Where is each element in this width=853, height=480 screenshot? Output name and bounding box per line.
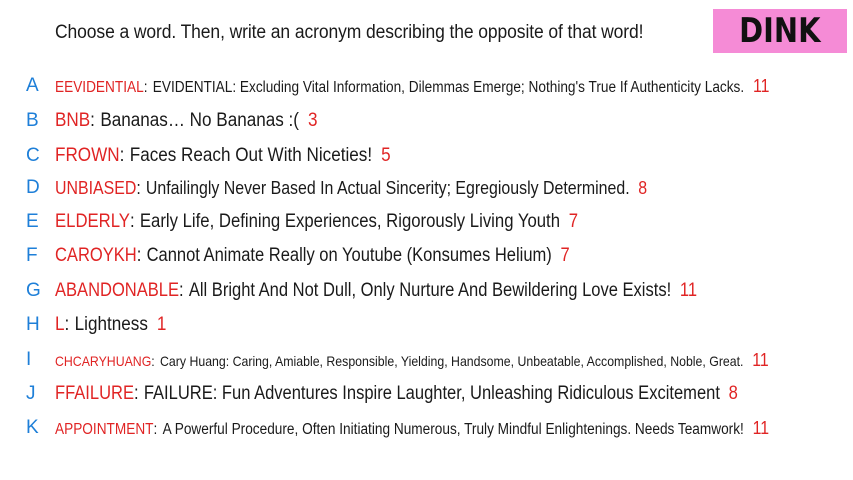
entry-description: Faces Reach Out With Niceties! (129, 145, 373, 166)
entry-description: Cary Huang: Caring, Amiable, Responsible… (160, 352, 744, 369)
entry-description: EVIDENTIAL: Excluding Vital Information,… (152, 78, 745, 96)
entry-letter: J (26, 383, 36, 404)
entry-letter: C (26, 145, 40, 166)
entry-description: Bananas… No Bananas :( (100, 110, 299, 131)
entry-letter: G (26, 280, 41, 301)
entry-letter: D (26, 177, 40, 198)
entry-description: Cannot Animate Really on Youtube (Konsum… (146, 245, 552, 266)
entry-word: FFAILURE (55, 383, 135, 404)
entry-letter: A (26, 75, 39, 96)
entry-votes: 11 (752, 75, 770, 96)
entry-votes: 11 (679, 280, 698, 301)
entry-word: L (55, 314, 65, 335)
entry-votes: 7 (560, 245, 570, 266)
entry-description: All Bright And Not Dull, Only Nurture An… (188, 280, 672, 301)
entry-votes: 8 (728, 383, 738, 404)
entry-word: APPOINTMENT (55, 420, 154, 438)
entry-description: Unfailingly Never Based In Actual Sincer… (145, 177, 630, 198)
entry-word: ELDERLY (55, 211, 130, 232)
entry-letter: E (26, 211, 39, 232)
entry-votes: 11 (752, 417, 770, 438)
entry-votes: 3 (307, 110, 318, 131)
entry-votes: 5 (381, 145, 391, 166)
entry-letter: I (26, 349, 32, 370)
entry-votes: 7 (568, 211, 579, 232)
entry-word: UNBIASED (55, 177, 137, 198)
entry-word: CHCARYHUANG (55, 352, 152, 369)
entry-word: CAROYKH (55, 245, 137, 266)
entry-letter: K (26, 417, 39, 438)
entry-word: ABANDONABLE (55, 280, 180, 301)
entry-list: A EEVIDENTIAL: EVIDENTIAL: Excluding Vita… (26, 75, 770, 438)
entry-word: BNB (55, 110, 91, 131)
entry-word: FROWN (55, 145, 120, 166)
entry-description: FAILURE: Fun Adventures Inspire Laughter… (143, 383, 720, 404)
entry-description: A Powerful Procedure, Often Initiating N… (162, 420, 744, 438)
entry-letter: H (26, 314, 40, 335)
entry-votes: 1 (156, 314, 167, 335)
entry-votes: 11 (752, 349, 769, 370)
entry-votes: 8 (638, 177, 648, 198)
entry-word: EEVIDENTIAL (55, 78, 144, 96)
entry-letter: B (26, 110, 39, 131)
entry-letter: F (26, 245, 38, 266)
entry-description: Lightness (74, 314, 148, 335)
entry-description: Early Life, Defining Experiences, Rigoro… (139, 211, 560, 232)
